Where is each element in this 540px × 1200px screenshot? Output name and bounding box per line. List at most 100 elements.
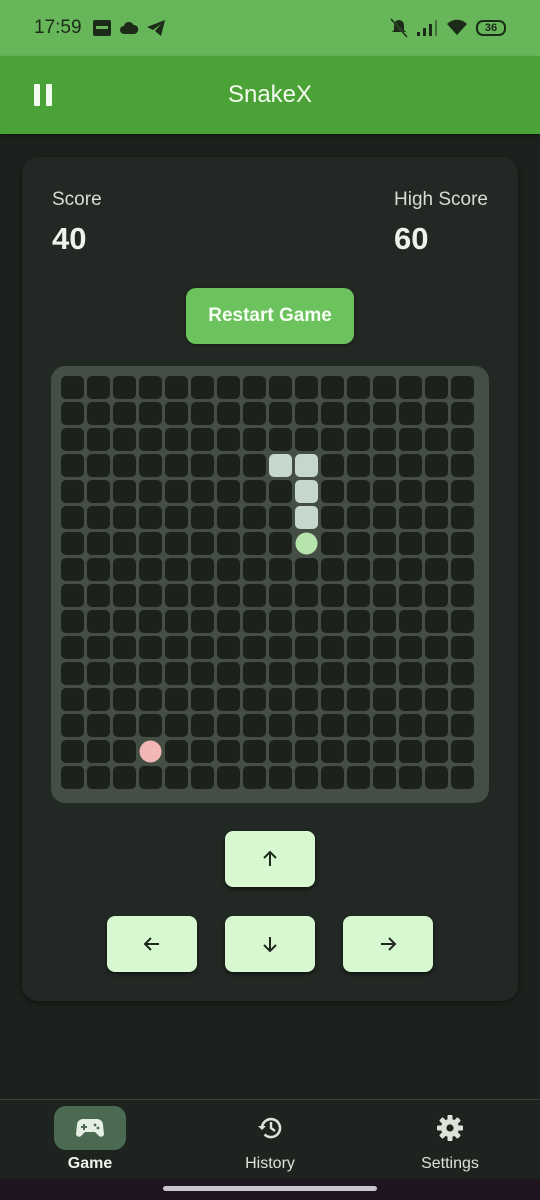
board-cell bbox=[139, 532, 162, 555]
bottom-navigation: Game History Settings bbox=[0, 1099, 540, 1179]
food bbox=[139, 740, 162, 763]
nav-item-history[interactable]: History bbox=[180, 1100, 360, 1179]
board-cell bbox=[399, 584, 422, 607]
nav-item-settings[interactable]: Settings bbox=[360, 1100, 540, 1179]
board-cell bbox=[113, 506, 136, 529]
board-cell bbox=[451, 766, 474, 789]
board-cell bbox=[243, 584, 266, 607]
board-cell bbox=[217, 714, 240, 737]
board-cell bbox=[425, 428, 448, 451]
board-cell bbox=[243, 714, 266, 737]
settings-icon bbox=[437, 1115, 463, 1141]
board-cell bbox=[295, 688, 318, 711]
board-cell bbox=[165, 610, 188, 633]
board-cell bbox=[87, 584, 110, 607]
board-cell bbox=[399, 688, 422, 711]
board-cell bbox=[347, 584, 370, 607]
board-cell bbox=[243, 610, 266, 633]
board-cell bbox=[243, 766, 266, 789]
score-value: 40 bbox=[52, 221, 87, 256]
board-cell bbox=[347, 480, 370, 503]
board-cell bbox=[347, 402, 370, 425]
snake-segment bbox=[295, 506, 318, 529]
board-cell bbox=[217, 480, 240, 503]
board-cell bbox=[61, 714, 84, 737]
board-cell bbox=[87, 610, 110, 633]
board-cell bbox=[113, 766, 136, 789]
board-cell bbox=[139, 610, 162, 633]
board-cell bbox=[87, 688, 110, 711]
board-cell bbox=[451, 714, 474, 737]
board-cell bbox=[61, 610, 84, 633]
board-cell bbox=[191, 636, 214, 659]
board-cell bbox=[321, 506, 344, 529]
right-button[interactable] bbox=[343, 916, 433, 972]
board-cell bbox=[191, 454, 214, 477]
board-cell bbox=[165, 584, 188, 607]
left-button[interactable] bbox=[107, 916, 197, 972]
board-cell bbox=[87, 428, 110, 451]
board-cell bbox=[399, 766, 422, 789]
board-cell bbox=[217, 506, 240, 529]
board-cell bbox=[113, 376, 136, 399]
board-cell bbox=[373, 428, 396, 451]
board-cell bbox=[61, 584, 84, 607]
board-cell bbox=[399, 454, 422, 477]
board-cell bbox=[321, 662, 344, 685]
board-cell bbox=[347, 688, 370, 711]
board-cell bbox=[61, 766, 84, 789]
board-cell bbox=[61, 740, 84, 763]
battery-icon: 36 bbox=[476, 20, 506, 36]
board-cell bbox=[399, 506, 422, 529]
board-cell bbox=[269, 480, 292, 503]
snake-head bbox=[295, 532, 318, 555]
down-button[interactable] bbox=[225, 916, 315, 972]
snake-segment bbox=[295, 480, 318, 503]
board-cell bbox=[451, 376, 474, 399]
board-cell bbox=[347, 662, 370, 685]
board-cell bbox=[139, 402, 162, 425]
arrow-up-icon bbox=[263, 850, 277, 866]
board-cell bbox=[425, 688, 448, 711]
board-cell bbox=[399, 402, 422, 425]
board-cell bbox=[295, 662, 318, 685]
nav-item-game[interactable]: Game bbox=[0, 1100, 180, 1179]
board-cell bbox=[399, 636, 422, 659]
board-cell bbox=[165, 688, 188, 711]
board-cell bbox=[165, 480, 188, 503]
board-cell bbox=[321, 740, 344, 763]
board-cell bbox=[191, 480, 214, 503]
board-cell bbox=[399, 428, 422, 451]
board-cell bbox=[451, 402, 474, 425]
pause-icon[interactable] bbox=[32, 84, 54, 106]
board-cell bbox=[425, 558, 448, 581]
board-cell bbox=[165, 402, 188, 425]
board-cell bbox=[425, 584, 448, 607]
board-cell bbox=[347, 766, 370, 789]
board-cell bbox=[399, 662, 422, 685]
board-cell bbox=[295, 636, 318, 659]
nav-pill bbox=[54, 1106, 126, 1150]
board-cell bbox=[321, 636, 344, 659]
board-cell bbox=[347, 506, 370, 529]
high-score-value: 60 bbox=[394, 221, 429, 256]
board-cell bbox=[373, 480, 396, 503]
home-indicator[interactable] bbox=[163, 1186, 377, 1191]
board-cell bbox=[191, 428, 214, 451]
board-cell bbox=[87, 454, 110, 477]
board-cell bbox=[425, 480, 448, 503]
board-cell bbox=[451, 662, 474, 685]
game-board[interactable] bbox=[51, 366, 489, 803]
board-cell bbox=[347, 428, 370, 451]
board-cell bbox=[269, 688, 292, 711]
board-cell bbox=[373, 610, 396, 633]
restart-game-button[interactable]: Restart Game bbox=[186, 288, 354, 344]
board-cell bbox=[61, 688, 84, 711]
board-cell bbox=[191, 506, 214, 529]
up-button[interactable] bbox=[225, 831, 315, 887]
snake-segment bbox=[295, 454, 318, 477]
board-cell bbox=[269, 714, 292, 737]
board-cell bbox=[61, 506, 84, 529]
board-cell bbox=[347, 740, 370, 763]
board-cell bbox=[165, 558, 188, 581]
